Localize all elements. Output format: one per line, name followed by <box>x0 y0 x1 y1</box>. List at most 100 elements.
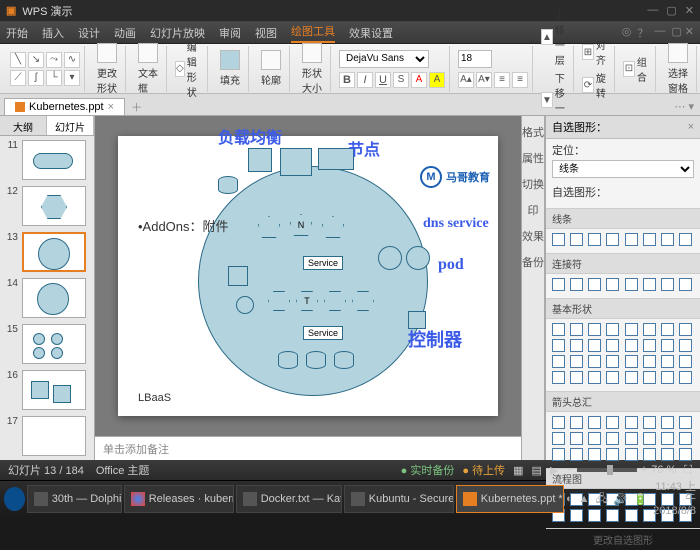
db-cyl-1[interactable] <box>218 176 238 194</box>
effect-icon[interactable]: 效果 <box>522 228 544 244</box>
line-tool-icon[interactable]: ╲ <box>10 52 26 68</box>
shape-item[interactable] <box>679 278 692 291</box>
shape-item[interactable] <box>570 339 583 352</box>
freeform-tool-icon[interactable]: ʃ <box>28 70 44 86</box>
shape-item[interactable] <box>588 339 601 352</box>
shape-item[interactable] <box>679 323 692 336</box>
small-box-r[interactable] <box>408 311 426 329</box>
pod-circle-1[interactable] <box>378 246 402 270</box>
shape-item[interactable] <box>643 416 656 429</box>
menu-view[interactable]: 视图 <box>255 25 277 41</box>
ribbon-close-icon[interactable]: ▢ ✕ <box>671 25 694 41</box>
shape-item[interactable] <box>679 416 692 429</box>
textbox-button[interactable]: 文本框 <box>134 41 162 97</box>
node-box-1[interactable] <box>248 148 272 172</box>
shape-item[interactable] <box>661 432 674 445</box>
menu-insert[interactable]: 插入 <box>42 25 64 41</box>
select-pane-button[interactable]: 选择窗格 <box>664 41 692 97</box>
switch-icon[interactable]: 切换 <box>522 176 544 192</box>
shape-item[interactable] <box>570 416 583 429</box>
task-browser[interactable]: Releases · kubern... <box>124 485 234 513</box>
outline-button[interactable]: 轮廓 <box>257 48 285 89</box>
grow-font-icon[interactable]: A▴ <box>458 72 474 88</box>
shape-item[interactable] <box>552 323 565 336</box>
start-button[interactable] <box>4 487 25 511</box>
shape-item[interactable] <box>570 371 583 384</box>
font-select[interactable]: DejaVu Sans <box>339 50 429 68</box>
tray-icon[interactable]: ◐ <box>566 493 573 505</box>
close-icon[interactable]: ✕ <box>685 4 694 17</box>
volume-icon[interactable]: 🔊 <box>614 493 628 506</box>
battery-icon[interactable]: 🔋 <box>633 493 647 506</box>
group-arrows[interactable]: 箭头总汇 <box>546 391 700 412</box>
zoom-out-icon[interactable]: − <box>566 464 572 476</box>
new-tab-button[interactable]: ＋ <box>131 99 142 115</box>
shape-item[interactable] <box>661 416 674 429</box>
shape-size-button[interactable]: 形状大小 <box>298 41 326 97</box>
shape-item[interactable] <box>570 448 583 461</box>
shape-item[interactable] <box>643 278 656 291</box>
minimize-icon[interactable]: — <box>647 4 658 17</box>
small-circ-l[interactable] <box>236 296 254 314</box>
shape-item[interactable] <box>643 355 656 368</box>
shape-item[interactable] <box>606 416 619 429</box>
task-dolphin[interactable]: 30th — Dolphin <box>27 485 122 513</box>
underline-button[interactable]: U <box>375 72 391 88</box>
shape-item[interactable] <box>643 233 656 246</box>
min-ribbon-icon[interactable]: — <box>654 25 665 41</box>
shape-item[interactable] <box>570 233 583 246</box>
shape-item[interactable] <box>679 339 692 352</box>
change-autoshape-link[interactable]: 更改自选图形 <box>546 528 700 550</box>
shape-item[interactable] <box>661 339 674 352</box>
shape-item[interactable] <box>679 432 692 445</box>
thumbnail-list[interactable]: 11 12 13 14 15 16 17 <box>0 136 94 460</box>
shape-item[interactable] <box>588 323 601 336</box>
notes-pane[interactable]: 单击添加备注 <box>95 436 521 460</box>
shape-item[interactable] <box>625 432 638 445</box>
shape-item[interactable] <box>643 323 656 336</box>
backup-icon[interactable]: 备份 <box>522 254 544 270</box>
shape-item[interactable] <box>606 339 619 352</box>
group-connectors[interactable]: 连接符 <box>546 253 700 274</box>
connector-tool-icon[interactable]: ⤳ <box>46 52 62 68</box>
shape-item[interactable] <box>552 339 565 352</box>
shape-item[interactable] <box>552 416 565 429</box>
font-color-button[interactable]: A <box>411 72 427 88</box>
slide[interactable]: •AddOns：附件 LBaaS M 马哥教育 N <box>118 136 498 416</box>
ctrl-box[interactable] <box>228 266 248 286</box>
shape-item[interactable] <box>606 278 619 291</box>
db-cyl-4[interactable] <box>334 351 354 369</box>
slides-tab[interactable]: 幻灯片 <box>47 116 94 135</box>
shape-item[interactable] <box>625 339 638 352</box>
zoom-in-icon[interactable]: + <box>641 464 647 476</box>
thumb-15[interactable]: 15 <box>4 324 90 364</box>
doc-tab[interactable]: Kubernetes.ppt × <box>4 98 125 115</box>
shape-item[interactable] <box>661 355 674 368</box>
fit-icon[interactable]: ⛶ <box>684 464 692 477</box>
menu-review[interactable]: 审阅 <box>219 25 241 41</box>
shape-item[interactable] <box>661 278 674 291</box>
shape-item[interactable] <box>625 448 638 461</box>
shape-item[interactable] <box>606 233 619 246</box>
shape-item[interactable] <box>643 432 656 445</box>
group-basic[interactable]: 基本形状 <box>546 298 700 319</box>
align-center-icon[interactable]: ≡ <box>512 72 528 88</box>
shape-item[interactable] <box>643 339 656 352</box>
shape-item[interactable] <box>570 432 583 445</box>
rotate-icon[interactable]: ⟳ <box>582 77 594 93</box>
italic-button[interactable]: I <box>357 72 373 88</box>
fill-button[interactable]: 填充 <box>216 48 244 89</box>
shape-item[interactable] <box>643 371 656 384</box>
tab-overflow-icon[interactable]: ⋯ ▾ <box>672 98 696 115</box>
shape-item[interactable] <box>661 371 674 384</box>
shape-item[interactable] <box>552 448 565 461</box>
strike-button[interactable]: S <box>393 72 409 88</box>
service-box-2[interactable]: Service <box>303 326 343 340</box>
polyline-tool-icon[interactable]: ⟋ <box>10 70 26 86</box>
shape-item[interactable] <box>643 448 656 461</box>
shape-item[interactable] <box>661 233 674 246</box>
db-cyl-3[interactable] <box>306 351 326 369</box>
send-backward-icon[interactable]: ▼ <box>541 92 553 108</box>
shape-item[interactable] <box>625 323 638 336</box>
db-cyl-2[interactable] <box>278 351 298 369</box>
